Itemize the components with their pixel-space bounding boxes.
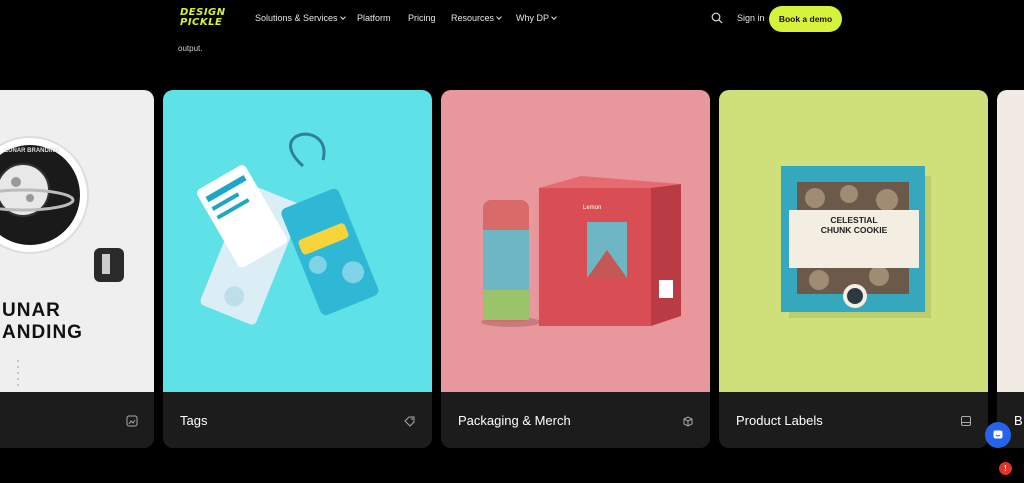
book-demo-button[interactable]: Book a demo <box>769 6 842 32</box>
card-image-lunar-branding: LUNAR BRANDING UNAR ANDING <box>0 90 154 392</box>
nav-resources[interactable]: Resources <box>451 13 502 23</box>
search-icon[interactable] <box>711 12 723 24</box>
card-image-tags <box>163 90 432 392</box>
card-label: Packaging & Merch <box>458 413 571 428</box>
service-card-branding[interactable]: LUNAR BRANDING UNAR ANDING <box>0 90 154 448</box>
top-navigation: DESIGN PICKLE Solutions & Services Platf… <box>0 0 1024 38</box>
nav-solutions-services[interactable]: Solutions & Services <box>255 13 346 23</box>
nav-platform[interactable]: Platform <box>357 13 391 23</box>
box-brand-text: Lemon <box>583 205 602 211</box>
design-pickle-logo[interactable]: DESIGN PICKLE <box>180 8 228 28</box>
chat-icon <box>993 430 1003 439</box>
card-footer: Tags <box>163 392 432 448</box>
nav-pricing[interactable]: Pricing <box>408 13 436 23</box>
card-label: Tags <box>180 413 208 428</box>
sign-in-link[interactable]: Sign in <box>737 13 765 23</box>
image-icon <box>126 415 138 427</box>
chevron-down-icon <box>339 14 346 20</box>
nav-why-dp[interactable]: Why DP <box>516 13 557 23</box>
notification-badge[interactable]: ! <box>999 462 1012 475</box>
service-card-next[interactable]: B <box>997 90 1024 448</box>
intro-text-fragment: output. <box>178 44 203 53</box>
card-label: B <box>1014 413 1023 428</box>
lunar-title-line1: UNAR <box>2 300 61 321</box>
lunar-badge-text: LUNAR BRANDING <box>4 148 60 154</box>
tag-icon <box>404 416 415 427</box>
chevron-down-icon <box>496 14 502 20</box>
chat-button[interactable] <box>985 422 1011 448</box>
card-image-product-labels: CELESTIAL CHUNK COOKIE <box>719 90 988 392</box>
card-footer: Packaging & Merch <box>441 392 710 448</box>
product-label-title: CELESTIAL CHUNK COOKIE <box>820 215 888 235</box>
service-card-product-labels[interactable]: CELESTIAL CHUNK COOKIE Product Labels <box>719 90 988 448</box>
box-icon <box>683 416 693 427</box>
card-label: Product Labels <box>736 413 823 428</box>
label-icon <box>961 416 971 426</box>
card-footer: Product Labels <box>719 392 988 448</box>
lunar-title-line2: ANDING <box>2 322 83 343</box>
chevron-down-icon <box>551 14 557 20</box>
card-footer <box>0 392 154 448</box>
card-image-next <box>997 90 1024 392</box>
service-card-tags[interactable]: Tags <box>163 90 432 448</box>
service-card-packaging-merch[interactable]: Lemon Packaging & Merch <box>441 90 710 448</box>
card-image-packaging: Lemon <box>441 90 710 392</box>
